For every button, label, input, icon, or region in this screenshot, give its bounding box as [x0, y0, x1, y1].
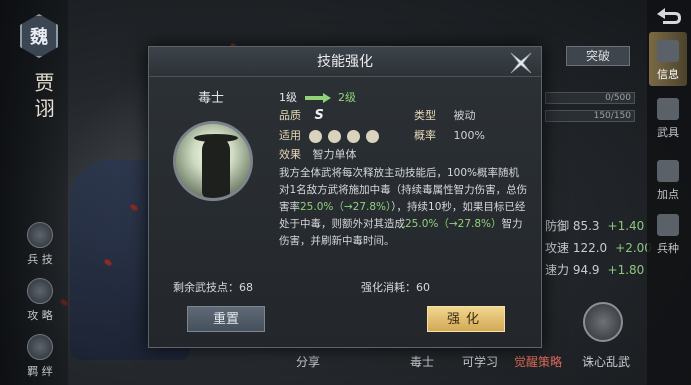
- grade-value: S: [314, 108, 324, 123]
- horse-icon: [365, 129, 379, 143]
- stat-row: 速力 94.9 +1.80: [545, 261, 644, 278]
- spear-icon: [346, 129, 360, 143]
- exp-bar: 0/500: [545, 92, 635, 104]
- breakthrough-button[interactable]: 突破: [566, 46, 630, 66]
- remaining-value: 68: [239, 281, 253, 294]
- prob-label: 概率: [414, 129, 436, 142]
- stat-label: 防御 85.3: [545, 219, 600, 233]
- bottom-item-zhuxin[interactable]: 诛心乱武: [582, 353, 630, 370]
- weapon-icons: [308, 129, 379, 143]
- desc-highlight: 25.0%（→27.8%）: [405, 218, 502, 230]
- hero-name: 贾诩: [31, 72, 55, 124]
- share-label[interactable]: 分享: [296, 353, 320, 370]
- remaining-points: 剩余武技点：68: [173, 279, 253, 295]
- bottom-item-learnable[interactable]: 可学习: [462, 353, 498, 370]
- faction-badge: 魏: [20, 14, 58, 58]
- bottom-item-dushi[interactable]: 毒士: [410, 353, 434, 370]
- right-tab-bar: 信息 武具 加点 兵种: [647, 0, 691, 385]
- troop-icon: [657, 214, 679, 236]
- enhance-button[interactable]: 强化: [427, 306, 505, 332]
- skill-name: 毒士: [197, 91, 224, 106]
- effect-row: 效果 智力单体: [279, 146, 357, 162]
- skill-description: 我方全体武将每次释放主动技能后，100%概率随机对1名敌方武将施加中毒（持续毒属…: [279, 165, 529, 250]
- left-button-jiban[interactable]: 羁 绊: [20, 334, 60, 379]
- stat-increase: +1.80: [607, 263, 645, 277]
- stat-label: 速力 94.9: [545, 263, 600, 277]
- stat-label: 攻速 122.0: [545, 241, 608, 255]
- tab-troops[interactable]: 兵种: [649, 206, 687, 260]
- type-value: 被动: [453, 109, 476, 122]
- level-bar: 150/150: [545, 110, 635, 122]
- tab-points[interactable]: 加点: [649, 152, 687, 206]
- tab-equipment[interactable]: 武具: [649, 90, 687, 144]
- cost-label: 强化消耗：: [361, 281, 416, 294]
- cost-value: 60: [416, 281, 430, 294]
- grade-row: 品质 S: [279, 107, 324, 123]
- left-button-bingji[interactable]: 兵 技: [20, 222, 60, 267]
- points-icon: [657, 160, 679, 182]
- tab-label: 加点: [657, 188, 679, 201]
- prob-value: 100%: [453, 129, 485, 142]
- left-button-label: 羁 绊: [27, 365, 53, 378]
- skill-book-icon: [27, 222, 53, 248]
- portrait-silhouette: [202, 136, 230, 198]
- scroll-icon: [657, 40, 679, 62]
- bottom-item-awaken[interactable]: 觉醒策略: [514, 353, 562, 370]
- left-button-label: 兵 技: [27, 253, 53, 266]
- prob-row: 概率 100%: [414, 127, 485, 143]
- skill-portrait: [173, 121, 253, 201]
- left-sidebar: 魏 贾诩 兵 技 攻 略 羁 绊: [0, 0, 68, 385]
- close-button[interactable]: [507, 49, 535, 77]
- stat-row: 攻速 122.0 +2.00: [545, 239, 652, 256]
- shield-icon: [308, 129, 322, 143]
- armor-icon: [657, 98, 679, 120]
- close-icon: [510, 52, 532, 74]
- type-label: 类型: [414, 109, 436, 122]
- level-from: 1级: [279, 91, 297, 104]
- stat-increase: +1.40: [607, 219, 645, 233]
- main-skill-avatar[interactable]: [583, 302, 623, 342]
- enhance-cost: 强化消耗：60: [361, 279, 430, 295]
- tab-label: 兵种: [657, 242, 679, 255]
- applies-label: 适用: [279, 129, 301, 142]
- tab-info[interactable]: 信息: [649, 32, 687, 86]
- bond-icon: [27, 334, 53, 360]
- level-row: 1级 2级: [279, 89, 356, 105]
- desc-highlight: 25.0%（→27.8%）: [300, 201, 392, 213]
- reset-button[interactable]: 重置: [187, 306, 265, 332]
- grade-label: 品质: [279, 109, 301, 122]
- type-row: 类型 被动: [414, 107, 476, 123]
- level-to: 2级: [338, 91, 356, 104]
- back-arrow-icon[interactable]: [653, 6, 683, 28]
- effect-label: 效果: [279, 148, 301, 161]
- left-button-label: 攻 略: [27, 309, 53, 322]
- dialog-title: 技能强化: [317, 54, 373, 70]
- strategy-icon: [27, 278, 53, 304]
- effect-value: 智力单体: [312, 148, 357, 161]
- arrow-right-icon: [304, 93, 331, 103]
- remaining-label: 剩余武技点：: [173, 281, 239, 294]
- applies-row: 适用: [279, 127, 379, 143]
- left-button-gonglve[interactable]: 攻 略: [20, 278, 60, 323]
- skill-enhance-dialog: 技能强化 毒士 1级 2级 品质 S 类型 被动 适用 概率 100% 效果 智…: [148, 46, 542, 348]
- tab-label: 信息: [657, 68, 679, 81]
- bow-icon: [327, 129, 341, 143]
- tab-label: 武具: [657, 126, 679, 139]
- stat-row: 防御 85.3 +1.40: [545, 217, 644, 234]
